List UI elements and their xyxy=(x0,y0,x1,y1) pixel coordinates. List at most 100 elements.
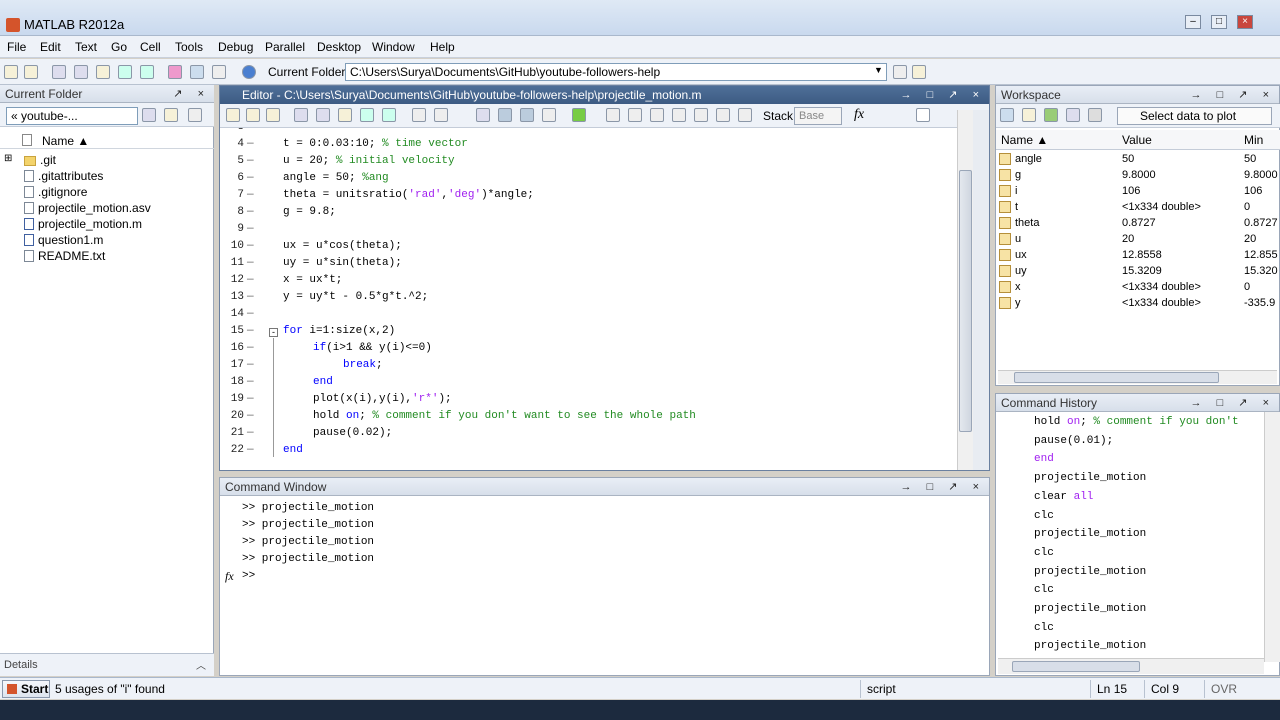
code-line[interactable]: u = 20; % initial velocity xyxy=(283,155,455,167)
panel-controls[interactable]: → □ ↗ × xyxy=(901,88,985,101)
code-line[interactable]: x = ux*t; xyxy=(283,274,342,286)
plot-selector[interactable]: Select data to plot xyxy=(1117,107,1272,125)
file-item-git[interactable]: ⊞ .git xyxy=(4,153,56,169)
code-line[interactable]: pause(0.02); xyxy=(313,427,392,439)
copy-icon[interactable] xyxy=(74,65,88,79)
breakpoint-gutter[interactable]: — xyxy=(247,206,254,218)
history-item[interactable]: clc xyxy=(1034,547,1054,559)
profiler-icon[interactable] xyxy=(212,65,226,79)
file-list-header[interactable]: Name ▲ xyxy=(0,131,214,149)
paste-icon[interactable] xyxy=(96,65,110,79)
code-line[interactable]: ux = u*cos(theta); xyxy=(283,240,402,252)
code-line[interactable]: uy = u*sin(theta); xyxy=(283,257,402,269)
breakpoint-gutter[interactable]: — xyxy=(247,393,254,405)
workspace-hscrollbar[interactable] xyxy=(998,370,1277,384)
step-out-icon[interactable] xyxy=(694,108,708,122)
breakpoint-gutter[interactable]: — xyxy=(247,223,254,235)
breakpoint-gutter[interactable]: — xyxy=(247,359,254,371)
new-file-icon[interactable] xyxy=(4,65,18,79)
import-data-icon[interactable] xyxy=(1044,108,1058,122)
workspace-row[interactable]: i 106 106 xyxy=(996,184,1280,200)
min-column-header[interactable]: Min xyxy=(1244,133,1263,147)
menu-debug[interactable]: Debug xyxy=(218,40,253,54)
menu-parallel[interactable]: Parallel xyxy=(265,40,305,54)
name-column-header[interactable]: Name ▲ xyxy=(42,134,89,148)
undo-icon[interactable] xyxy=(118,65,132,79)
clear-breakpoints-icon[interactable] xyxy=(628,108,642,122)
code-line[interactable]: for i=1:size(x,2) xyxy=(283,325,395,337)
back-icon[interactable] xyxy=(498,108,512,122)
code-line[interactable]: t = 0:0.03:10; % time vector xyxy=(283,138,468,150)
breakpoint-gutter[interactable]: — xyxy=(247,189,254,201)
breakpoint-gutter[interactable]: — xyxy=(247,342,254,354)
search-icon[interactable] xyxy=(142,108,156,122)
code-line[interactable]: g = 9.8; xyxy=(283,206,336,218)
gear-icon[interactable] xyxy=(188,108,202,122)
breakpoint-gutter[interactable]: — xyxy=(247,172,254,184)
code-line[interactable]: angle = 50; %ang xyxy=(283,172,389,184)
breakpoint-gutter[interactable]: — xyxy=(247,410,254,422)
workspace-row[interactable]: angle 50 50 xyxy=(996,152,1280,168)
paste-icon[interactable] xyxy=(338,108,352,122)
code-area[interactable]: 34—t = 0:0.03:10; % time vector5—u = 20;… xyxy=(220,128,958,470)
code-line[interactable]: if(i>1 && y(i)<=0) xyxy=(313,342,432,354)
file-item[interactable]: .gitignore xyxy=(24,185,87,201)
current-folder-input[interactable]: C:\Users\Surya\Documents\GitHub\youtube-… xyxy=(345,63,887,81)
history-item[interactable]: projectile_motion xyxy=(1034,566,1146,578)
chevron-up-icon[interactable]: ︿ xyxy=(196,657,206,672)
history-item[interactable]: pause(0.01); xyxy=(1034,435,1113,447)
forward-icon[interactable] xyxy=(520,108,534,122)
editor-scrollbar[interactable] xyxy=(957,110,973,470)
history-item[interactable]: projectile_motion xyxy=(1034,472,1146,484)
breakpoint-gutter[interactable]: — xyxy=(247,138,254,150)
step-icon[interactable] xyxy=(650,108,664,122)
function-browser-icon[interactable] xyxy=(542,108,556,122)
open-file-icon[interactable] xyxy=(24,65,38,79)
breakpoint-gutter[interactable]: — xyxy=(247,257,254,269)
menu-tools[interactable]: Tools xyxy=(175,40,203,54)
breakpoint-gutter[interactable]: — xyxy=(247,240,254,252)
code-line[interactable]: break; xyxy=(343,359,383,371)
command-window[interactable]: Command Window → □ ↗ × >> projectile_mot… xyxy=(219,477,990,676)
chevron-down-icon[interactable]: ▼ xyxy=(874,65,883,75)
exit-debug-icon[interactable] xyxy=(738,108,752,122)
history-item[interactable]: clc xyxy=(1034,622,1054,634)
workspace-row[interactable]: ux 12.8558 12.855 xyxy=(996,248,1280,264)
workspace-row[interactable]: uy 15.3209 15.320 xyxy=(996,264,1280,280)
workspace-row[interactable]: y <1x334 double> -335.9 xyxy=(996,296,1280,312)
menu-text[interactable]: Text xyxy=(75,40,97,54)
redo-icon[interactable] xyxy=(140,65,154,79)
help-icon[interactable] xyxy=(242,65,256,79)
workspace-row[interactable]: g 9.8000 9.8000 xyxy=(996,168,1280,184)
details-pane[interactable]: Details ︿ xyxy=(0,653,214,676)
layout-icon[interactable] xyxy=(916,108,930,122)
undo-icon[interactable] xyxy=(360,108,374,122)
workspace-row[interactable]: x <1x334 double> 0 xyxy=(996,280,1280,296)
find-icon[interactable] xyxy=(434,108,448,122)
open-variable-icon[interactable] xyxy=(1022,108,1036,122)
folder-up-icon[interactable] xyxy=(164,108,178,122)
panel-controls[interactable]: → □ ↗ × xyxy=(1191,396,1275,409)
scroll-thumb[interactable] xyxy=(1012,661,1140,672)
print-icon[interactable] xyxy=(412,108,426,122)
cut-icon[interactable] xyxy=(52,65,66,79)
menu-edit[interactable]: Edit xyxy=(40,40,61,54)
code-line[interactable]: end xyxy=(313,376,333,388)
menu-help[interactable]: Help xyxy=(430,40,455,54)
redo-icon[interactable] xyxy=(382,108,396,122)
panel-controls[interactable]: → □ ↗ × xyxy=(901,480,985,493)
fold-toggle-icon[interactable]: - xyxy=(269,328,278,337)
command-prompt[interactable]: >> xyxy=(242,570,255,582)
history-item[interactable]: hold on; % comment if you don't xyxy=(1034,416,1239,428)
workspace-row[interactable]: theta 0.8727 0.8727 xyxy=(996,216,1280,232)
history-vscrollbar[interactable] xyxy=(1264,412,1280,662)
code-line[interactable]: hold on; % comment if you don't want to … xyxy=(313,410,696,422)
file-item[interactable]: README.txt xyxy=(24,249,105,265)
name-column-header[interactable]: Name ▲ xyxy=(1001,133,1048,147)
stack-select[interactable]: Base xyxy=(794,107,842,125)
breakpoint-gutter[interactable]: — xyxy=(247,155,254,167)
value-column-header[interactable]: Value xyxy=(1122,133,1152,147)
history-hscrollbar[interactable] xyxy=(998,658,1264,674)
minimize-button[interactable]: – xyxy=(1185,15,1201,29)
breakpoint-gutter[interactable]: — xyxy=(247,376,254,388)
